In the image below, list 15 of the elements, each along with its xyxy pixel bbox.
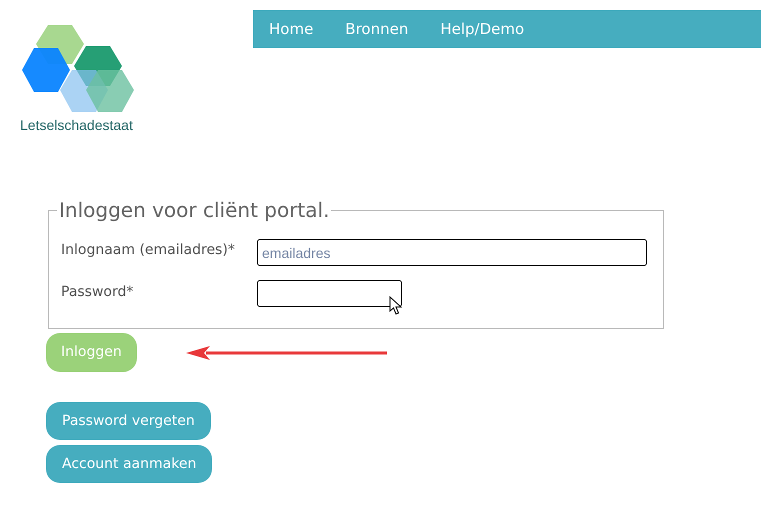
input-field[interactable] (257, 280, 402, 307)
action-button[interactable]: Password vergeten (46, 402, 211, 440)
action-button[interactable]: Account aanmaken (46, 445, 212, 483)
field-label: Inlognaam (emailadres)* (61, 241, 236, 260)
input-field[interactable]: emailadres (257, 239, 647, 266)
nav-link[interactable]: Bronnen (345, 18, 408, 40)
login-button[interactable]: Inloggen (46, 333, 137, 372)
logo-name: Letselschadestaat (20, 116, 133, 135)
arrow-annotation-icon (186, 346, 387, 360)
hexagon-logo-icon (20, 24, 136, 114)
nav-link[interactable]: Help/Demo (440, 18, 524, 40)
field-label: Password* (61, 283, 134, 302)
nav-link[interactable]: Home (269, 18, 314, 40)
form-title: Inloggen voor cliënt portal. (58, 198, 330, 222)
mouse-pointer-icon (389, 296, 403, 316)
